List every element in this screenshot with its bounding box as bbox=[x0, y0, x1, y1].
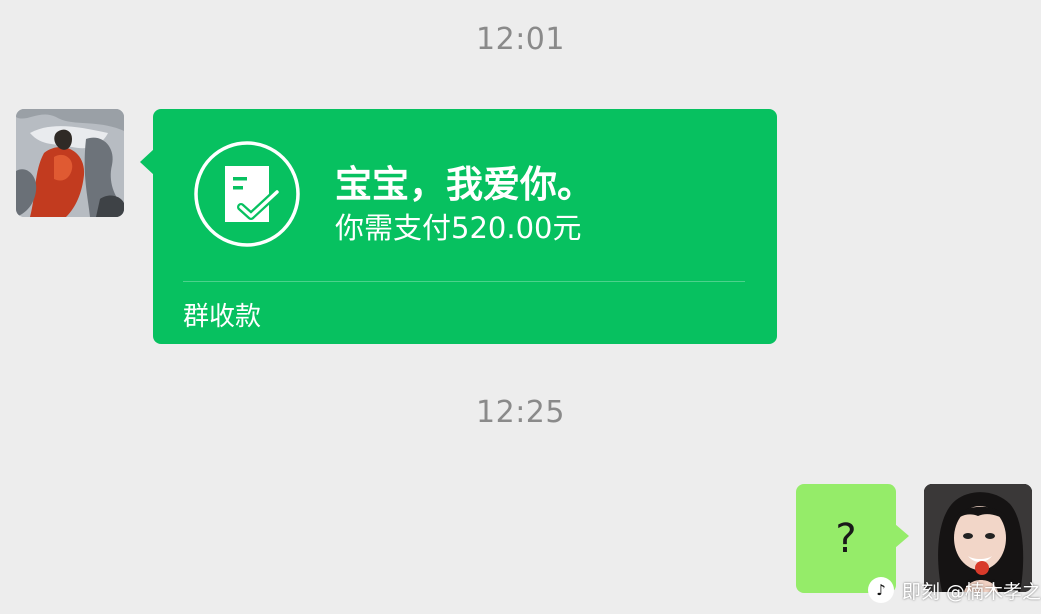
timestamp-1: 12:01 bbox=[476, 22, 565, 57]
card-divider bbox=[183, 281, 745, 282]
watermark-text: 即刻 @楠木孝之 bbox=[902, 580, 1041, 603]
payment-type-label: 群收款 bbox=[183, 302, 262, 332]
jike-logo-icon: ♪ bbox=[868, 577, 894, 603]
sent-message-text: ? bbox=[835, 516, 857, 562]
group-payment-card[interactable]: 宝宝，我爱你。 你需支付520.00元 群收款 bbox=[140, 109, 777, 344]
payment-amount: 你需支付520.00元 bbox=[335, 211, 582, 245]
receipt-check-icon bbox=[194, 141, 300, 247]
timestamp-2: 12:25 bbox=[476, 395, 565, 430]
contact-avatar-image bbox=[16, 109, 124, 217]
watermark: ♪ 即刻 @楠木孝之 bbox=[868, 576, 1041, 604]
payment-title: 宝宝，我爱你。 bbox=[335, 163, 594, 206]
contact-avatar[interactable] bbox=[16, 109, 124, 217]
